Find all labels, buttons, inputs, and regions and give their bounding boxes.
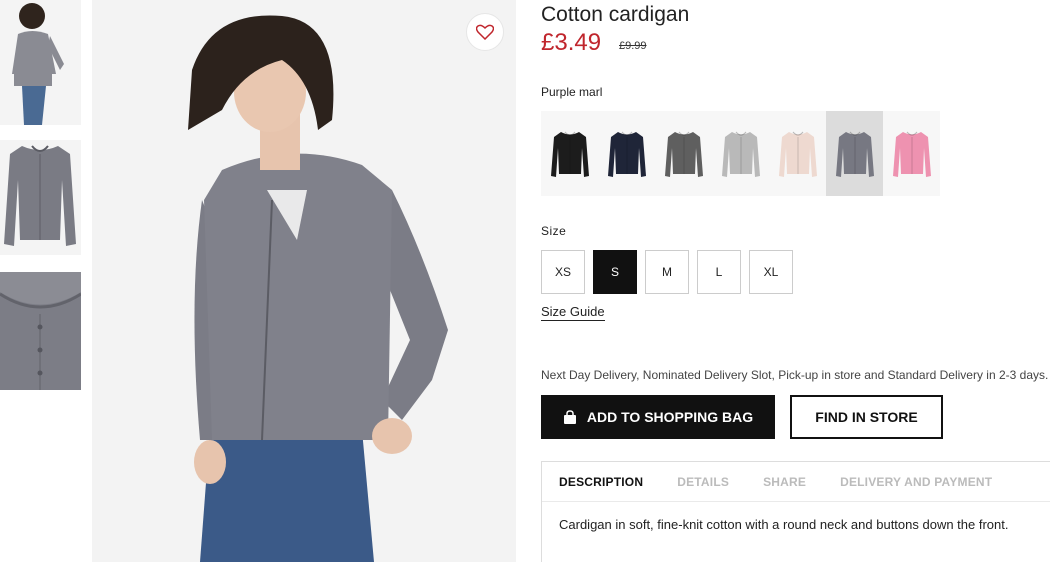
size-option-m[interactable]: M bbox=[645, 250, 689, 294]
product-details-panel: DESCRIPTION DETAILS SHARE DELIVERY AND PAYM… bbox=[541, 461, 1050, 562]
size-label: Size bbox=[541, 224, 567, 238]
cardigan-thumbnail bbox=[664, 131, 703, 177]
cardigan-thumbnail bbox=[721, 131, 760, 177]
tab-delivery-and-payment[interactable]: DELIVERY AND PAYMENT bbox=[823, 462, 1009, 501]
size-option-xl[interactable]: XL bbox=[749, 250, 793, 294]
color-swatch-dark-grey[interactable] bbox=[655, 111, 712, 196]
cardigan-thumbnail bbox=[778, 131, 817, 177]
cardigan-thumbnail bbox=[835, 131, 874, 177]
product-description: Cardigan in soft, fine-knit cotton with … bbox=[559, 517, 1009, 532]
current-price: £3.49 bbox=[541, 29, 602, 56]
cardigan-thumbnail bbox=[550, 131, 589, 177]
product-page: Cotton cardigan £3.49 £9.99 Purple marl … bbox=[0, 0, 1050, 562]
add-to-favourites-button[interactable] bbox=[466, 13, 504, 51]
find-in-store-button[interactable]: FIND IN STORE bbox=[790, 395, 943, 439]
tab-share[interactable]: SHARE bbox=[746, 462, 823, 501]
original-price: £9.99 bbox=[619, 40, 647, 52]
add-to-bag-button[interactable]: ADD TO SHOPPING BAG bbox=[541, 395, 775, 439]
shopping-bag-icon bbox=[563, 409, 576, 424]
size-option-xs[interactable]: XS bbox=[541, 250, 585, 294]
color-swatch-light-grey[interactable] bbox=[712, 111, 769, 196]
add-to-bag-label: ADD TO SHOPPING BAG bbox=[586, 409, 754, 425]
heart-icon bbox=[476, 24, 494, 40]
thumbnail-garment[interactable] bbox=[0, 140, 81, 255]
tab-description[interactable]: DESCRIPTION bbox=[542, 462, 660, 501]
main-product-image[interactable] bbox=[92, 0, 516, 562]
selected-color-name: Purple marl bbox=[541, 85, 603, 99]
product-title: Cotton cardigan bbox=[541, 3, 690, 26]
color-swatch-navy[interactable] bbox=[598, 111, 655, 196]
details-tabs: DESCRIPTION DETAILS SHARE DELIVERY AND PAYM… bbox=[542, 462, 1050, 502]
size-option-l[interactable]: L bbox=[697, 250, 741, 294]
find-in-store-label: FIND IN STORE bbox=[815, 409, 918, 425]
size-selector: XS S M L XL bbox=[541, 250, 793, 294]
size-guide-link[interactable]: Size Guide bbox=[541, 304, 605, 321]
delivery-info: Next Day Delivery, Nominated Delivery Sl… bbox=[541, 368, 1049, 382]
thumbnail-detail[interactable] bbox=[0, 272, 81, 390]
color-swatch-black[interactable] bbox=[541, 111, 598, 196]
tab-details[interactable]: DETAILS bbox=[660, 462, 746, 501]
color-swatch-light-pink[interactable] bbox=[769, 111, 826, 196]
size-option-s[interactable]: S bbox=[593, 250, 637, 294]
cardigan-thumbnail bbox=[607, 131, 646, 177]
cardigan-thumbnail bbox=[892, 131, 931, 177]
color-swatches bbox=[541, 111, 940, 196]
color-swatch-pink[interactable] bbox=[883, 111, 940, 196]
thumbnail-model[interactable] bbox=[0, 0, 81, 125]
color-swatch-purple-marl[interactable] bbox=[826, 111, 883, 196]
